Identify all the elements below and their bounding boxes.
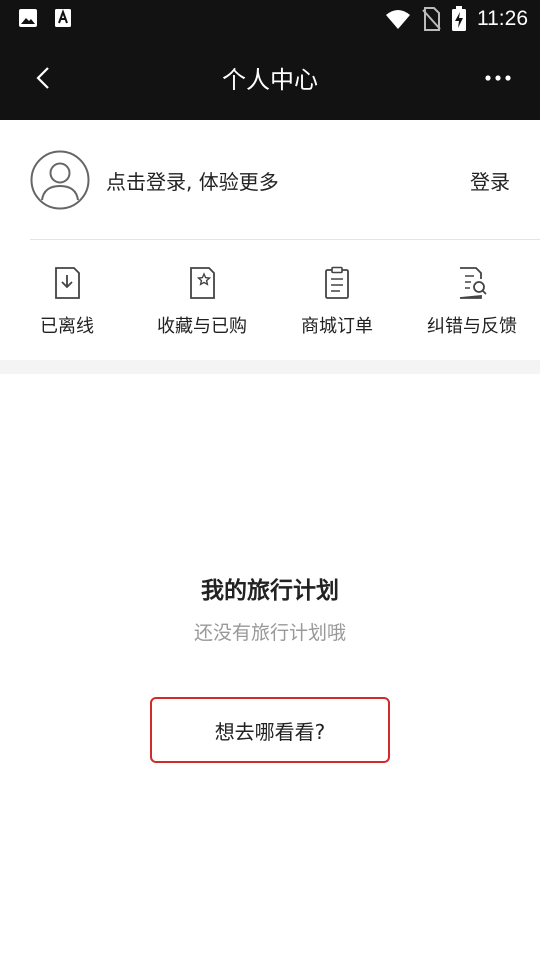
download-doc-icon <box>55 267 80 299</box>
star-doc-icon <box>190 267 215 299</box>
shortcut-offline[interactable]: 已离线 <box>22 266 112 338</box>
status-time: 11:26 <box>477 7 528 30</box>
login-button[interactable]: 登录 <box>470 166 510 195</box>
travel-plan-title: 我的旅行计划 <box>201 578 339 604</box>
shortcut-row: 已离线 收藏与已购 商城订单 纠错与反馈 <box>0 240 540 360</box>
avatar-icon <box>30 150 90 210</box>
wifi-icon <box>386 10 410 29</box>
travel-plan-subtitle: 还没有旅行计划哦 <box>193 622 346 644</box>
shortcut-label: 商城订单 <box>301 316 373 337</box>
shortcut-label: 收藏与已购 <box>157 316 247 337</box>
status-right-icons: 11:26 <box>385 6 528 32</box>
no-sim-icon <box>422 7 441 31</box>
shortcut-favorites[interactable]: 收藏与已购 <box>146 266 258 338</box>
shortcut-orders[interactable]: 商城订单 <box>292 266 382 338</box>
page-title: 个人中心 <box>222 66 318 94</box>
shortcut-label: 纠错与反馈 <box>427 316 517 337</box>
app-bar: 个人中心 <box>0 36 540 120</box>
clipboard-icon <box>325 266 349 299</box>
shortcut-label: 已离线 <box>40 316 94 337</box>
search-doc-icon <box>459 267 487 299</box>
a-icon <box>55 9 71 27</box>
more-button[interactable] <box>484 66 512 90</box>
explore-button[interactable]: 想去哪看看? <box>150 697 390 763</box>
more-icon <box>485 75 511 81</box>
image-icon <box>19 9 37 27</box>
status-bar: 11:26 <box>0 0 540 36</box>
battery-charging-icon <box>452 6 466 31</box>
login-prompt[interactable]: 点击登录, 体验更多 <box>106 166 279 195</box>
section-gap <box>0 360 540 374</box>
status-left-icons <box>18 8 72 28</box>
login-row[interactable]: 点击登录, 体验更多 登录 <box>0 120 540 240</box>
shortcut-feedback[interactable]: 纠错与反馈 <box>416 266 528 338</box>
